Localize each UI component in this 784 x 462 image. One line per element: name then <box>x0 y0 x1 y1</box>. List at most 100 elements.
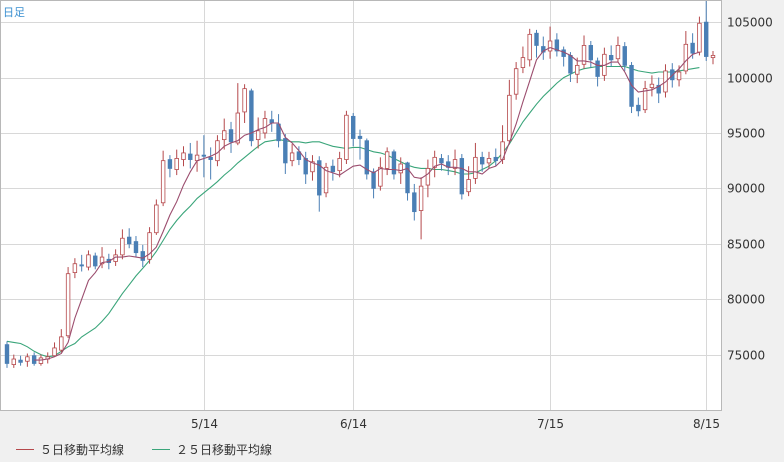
x-tick-label: 8/15 <box>693 417 720 431</box>
candle-body <box>147 232 152 260</box>
candle-body <box>160 160 166 204</box>
y-tick-label: 105000 <box>727 16 773 30</box>
candle-body <box>493 156 498 162</box>
candle <box>459 154 465 200</box>
candle-body <box>479 156 485 165</box>
candle-body <box>4 344 10 364</box>
legend-label-ma5: ５日移動平均線 <box>40 443 125 457</box>
candle-body <box>154 204 159 234</box>
candle-body <box>405 162 410 194</box>
candle-body <box>242 88 247 113</box>
candle-body <box>283 138 288 164</box>
candle-body <box>425 168 431 186</box>
candle-body <box>201 154 207 157</box>
y-tick-label: 90000 <box>727 182 765 196</box>
candle <box>323 162 329 198</box>
candle-body <box>93 255 98 267</box>
legend-item-ma25: ２５日移動平均線 <box>152 441 272 458</box>
y-tick-label: 100000 <box>727 72 773 86</box>
candle-body <box>710 55 716 59</box>
y-axis: 75000 80000 85000 90000 95000 100000 105000 <box>727 16 773 363</box>
candle-body <box>466 179 471 193</box>
candle <box>154 199 159 235</box>
candle-body <box>228 129 234 143</box>
y-tick-label: 85000 <box>727 238 765 252</box>
candle-body <box>588 45 594 61</box>
y-tick-label: 95000 <box>727 127 765 141</box>
candle-body <box>690 42 695 54</box>
candle-body <box>38 357 44 364</box>
legend-label-ma25: ２５日移動平均線 <box>176 443 273 457</box>
candle <box>249 88 254 147</box>
candle <box>147 227 152 264</box>
candle-body <box>140 251 145 261</box>
candle-body <box>351 115 356 139</box>
candle-body <box>235 112 241 144</box>
candle-body <box>649 83 655 88</box>
candle-body <box>608 55 614 61</box>
candle-body <box>439 158 444 164</box>
candle-body <box>72 263 78 273</box>
candle-body <box>412 192 417 213</box>
candle-body <box>636 104 641 112</box>
candle-body <box>25 356 30 362</box>
candle-body <box>527 33 532 61</box>
candle-body <box>59 336 64 351</box>
chart-canvas: 75000 80000 85000 90000 95000 100000 105000 5/… <box>0 0 773 431</box>
candle-body <box>262 118 268 134</box>
candle-body <box>642 88 648 111</box>
candle <box>65 267 71 338</box>
candle-body <box>174 158 179 170</box>
candle <box>344 110 349 164</box>
candle-body <box>188 153 193 160</box>
candle-body <box>534 32 539 46</box>
candle-body <box>11 358 16 365</box>
candle-body <box>459 158 465 195</box>
candle-body <box>384 151 390 169</box>
y-tick-label: 80000 <box>727 293 765 307</box>
ma25-swatch <box>152 449 170 450</box>
candle-body <box>181 152 186 160</box>
legend: ５日移動平均線 ２５日移動平均線 <box>0 434 784 462</box>
candle-body <box>330 165 336 173</box>
timeframe-label: 日足 <box>3 6 25 19</box>
candle-body <box>371 171 376 189</box>
candle-body <box>215 140 220 162</box>
candle-body <box>697 22 702 53</box>
candle-body <box>65 273 71 337</box>
candle-body <box>18 359 23 363</box>
candle-body <box>473 156 478 179</box>
candle-body <box>575 64 580 75</box>
candle-body <box>595 60 600 77</box>
candle <box>629 62 634 114</box>
candle-body <box>398 163 403 174</box>
x-tick-label: 6/14 <box>340 417 367 431</box>
candle-body <box>79 264 84 267</box>
candle-body <box>683 43 689 72</box>
candle-body <box>507 94 512 142</box>
candle-body <box>622 46 627 66</box>
candle-body <box>520 57 526 68</box>
candle-body <box>86 254 91 268</box>
candle-body <box>704 21 709 57</box>
candle-body <box>547 40 553 52</box>
candle-body <box>52 347 57 357</box>
ma5-swatch <box>16 449 34 450</box>
candle-body <box>676 71 682 81</box>
plot-area <box>0 0 722 410</box>
candle-body <box>615 45 621 60</box>
candle-body <box>133 241 139 254</box>
candle-body <box>255 130 261 141</box>
candle-body <box>357 135 363 139</box>
candle <box>364 138 369 180</box>
candle-body <box>289 152 295 162</box>
x-axis: 5/14 6/14 7/15 8/15 <box>191 417 720 431</box>
candle-body <box>378 166 383 187</box>
y-tick-label: 75000 <box>727 349 765 363</box>
candlestick-chart: 75000 80000 85000 90000 95000 100000 105000 5/… <box>0 0 784 462</box>
candle-body <box>344 114 349 160</box>
candle-body <box>513 68 519 95</box>
candle-body <box>418 185 424 211</box>
candle-body <box>486 158 492 164</box>
candle-body <box>222 130 227 141</box>
